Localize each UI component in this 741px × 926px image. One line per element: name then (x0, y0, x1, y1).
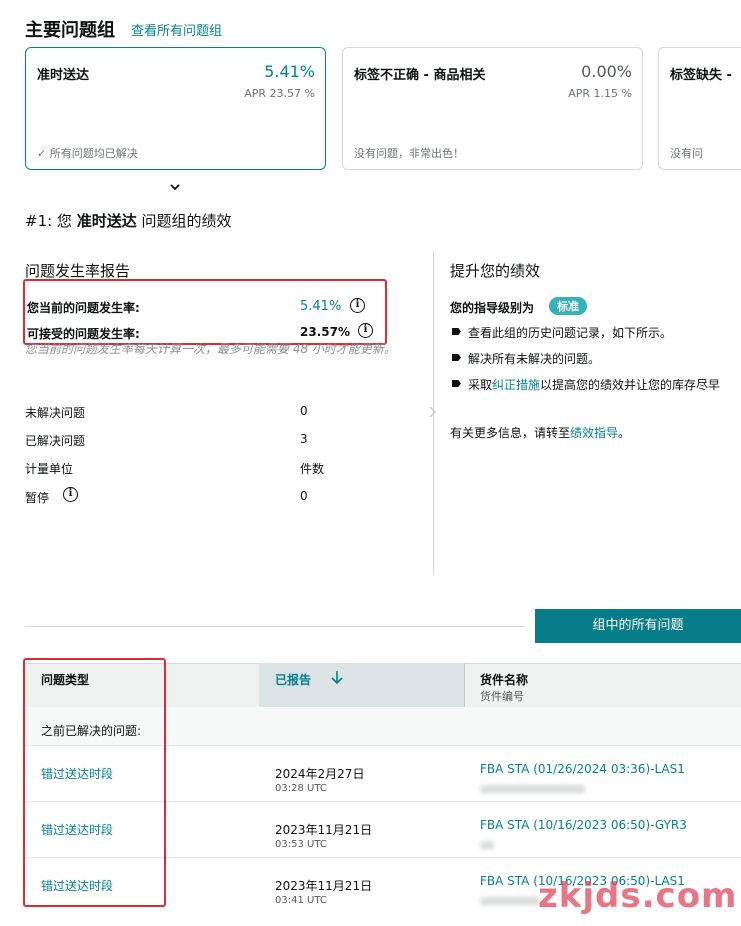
shipment-id-redacted (480, 785, 585, 793)
watermark: zkjds.com (538, 876, 738, 916)
card-status: ✓ 所有问题均已解决 (37, 147, 138, 160)
corrective-action-link[interactable]: 纠正措施 (492, 378, 540, 392)
all-issues-button[interactable]: 组中的所有问题 (535, 609, 741, 643)
shipment-id-redacted (480, 897, 540, 905)
reported-time: 03:28 UTC (275, 783, 327, 794)
card-value: 5.41% (264, 62, 315, 81)
col-reported[interactable]: 已报告 (275, 671, 311, 688)
card-title: 标签不正确 - 商品相关 (354, 68, 486, 83)
shipment-link[interactable]: FBA STA (10/16/2023 06:50)-GYR3 (480, 818, 687, 832)
arrow-bullet-icon (452, 354, 461, 361)
card-missing-label[interactable]: 标签缺失 - 没有问 (658, 47, 741, 170)
shipment-link[interactable]: FBA STA (01/26/2024 03:36)-LAS1 (480, 762, 685, 776)
reported-date: 2024年2月27日 (275, 767, 365, 781)
bullet-history: 查看此组的历史问题记录，如下所示。 (468, 326, 673, 340)
chevron-right-icon[interactable] (427, 404, 437, 418)
guidance-level-badge: 标准 (549, 297, 587, 315)
highlight-box (23, 279, 387, 345)
reported-time: 03:41 UTC (275, 895, 327, 906)
highlight-box (23, 658, 166, 907)
arrow-bullet-icon (452, 380, 461, 387)
suspended-label: 暂停 (25, 491, 50, 505)
card-status: 没有问 (670, 147, 703, 160)
separator (25, 626, 525, 627)
resolved-issues-value: 3 (300, 432, 308, 446)
column-divider (464, 663, 465, 707)
reported-date: 2023年11月21日 (275, 823, 373, 837)
unit-label: 计量单位 (25, 462, 74, 476)
open-issues-label: 未解决问题 (25, 406, 86, 420)
group-performance-heading: #1: 您 准时送达 问题组的绩效 (25, 212, 232, 230)
guidance-level-label: 您的指导级别为 (450, 301, 535, 315)
rate-update-note: 您当前的问题发生率每天计算一次，最多可能需要 48 小时才能更新。 (25, 342, 396, 356)
arrow-bullet-icon (452, 328, 461, 335)
col-shipment-name[interactable]: 货件名称 (480, 671, 528, 688)
card-incorrect-label[interactable]: 标签不正确 - 商品相关 0.00% APR 1.15 % 没有问题，非常出色！ (342, 47, 643, 170)
reported-time: 03:53 UTC (275, 839, 327, 850)
check-icon: ✓ (37, 147, 50, 160)
card-value: 0.00% (581, 62, 632, 81)
reported-date: 2023年11月21日 (275, 879, 373, 893)
bullet-resolve: 解决所有未解决的问题。 (468, 352, 601, 366)
shipment-id-redacted (480, 841, 494, 849)
arrow-down-icon[interactable] (330, 670, 344, 686)
col-shipment-id: 货件编号 (480, 690, 524, 703)
resolved-issues-label: 已解决问题 (25, 434, 86, 448)
more-info-text: 有关更多信息，请转至绩效指导。 (450, 426, 631, 440)
card-title: 标签缺失 - (670, 68, 732, 83)
card-status: 没有问题，非常出色！ (354, 147, 464, 160)
bullet-corrective: 采取纠正措施以提高您的绩效并让您的库存尽早 (468, 378, 721, 392)
card-on-time-delivery[interactable]: 准时送达 5.41% APR 23.57 % ✓ 所有问题均已解决 (25, 47, 326, 170)
improve-title: 提升您的绩效 (450, 262, 541, 280)
open-issues-value: 0 (300, 404, 308, 418)
performance-guidance-link[interactable]: 绩效指导 (570, 426, 618, 440)
chevron-down-icon[interactable] (169, 177, 181, 191)
unit-value: 件数 (300, 462, 325, 476)
card-apr: APR 23.57 % (244, 87, 315, 100)
page-title: 主要问题组 (25, 20, 115, 41)
card-apr: APR 1.15 % (568, 87, 632, 100)
view-all-groups-link[interactable]: 查看所有问题组 (131, 20, 222, 39)
suspended-value: 0 (300, 489, 308, 503)
info-icon[interactable]: i (63, 487, 78, 502)
report-title: 问题发生率报告 (25, 262, 131, 280)
card-title: 准时送达 (37, 68, 90, 83)
